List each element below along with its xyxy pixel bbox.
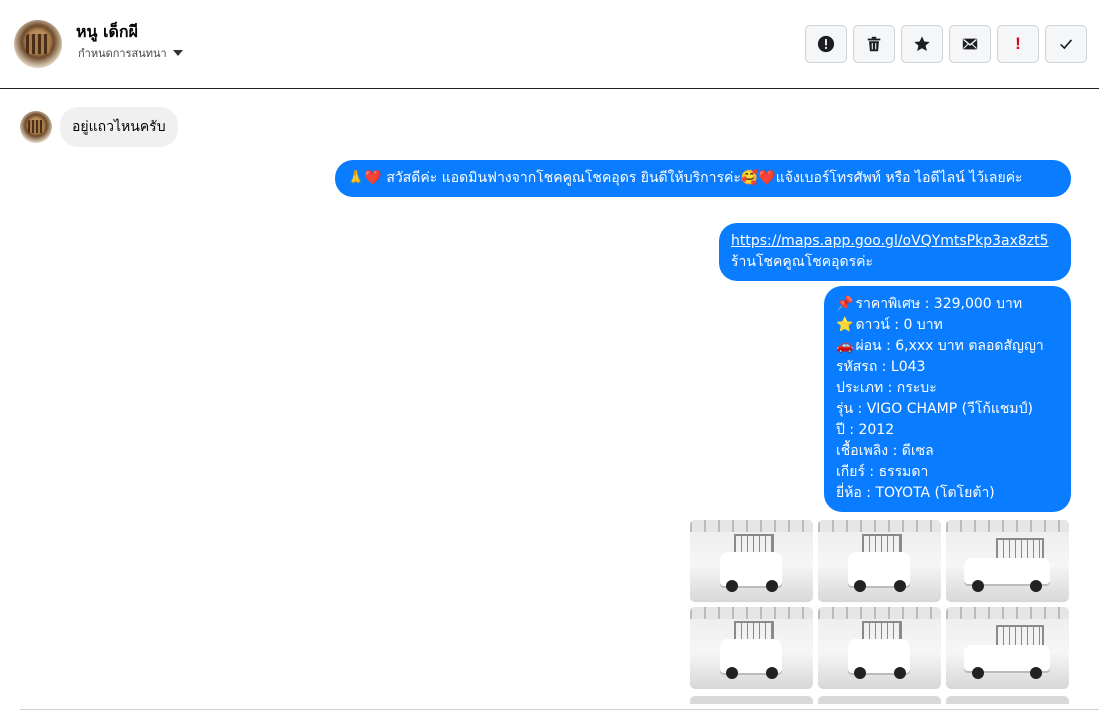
outgoing-bubble-map[interactable]: https://maps.app.goo.gl/oVQYmtsPkp3ax8zt…: [719, 223, 1071, 281]
car-photo-rear[interactable]: [818, 520, 941, 602]
header-actions: !: [805, 25, 1087, 63]
car-photo-partial[interactable]: [946, 696, 1069, 704]
detail-line: รุ่น : VIGO CHAMP (วีโก้แชมป์): [836, 399, 1059, 420]
emoji-prefix: 🙏❤️: [347, 170, 382, 186]
alert-circle-icon: [817, 35, 835, 53]
detail-line: เชื้อเพลิง : ดีเซล: [836, 441, 1059, 462]
detail-text: รุ่น : VIGO CHAMP (วีโก้แชมป์): [836, 401, 1034, 417]
photo-gallery: [690, 520, 1071, 689]
detail-text: ราคาพิเศษ : 329,000 บาท: [851, 296, 1023, 312]
detail-text: ประเภท : กระบะ: [836, 380, 937, 396]
pushpin-icon: 📌: [836, 296, 854, 312]
car-photo-front-side[interactable]: [946, 520, 1069, 602]
detail-text: ผ่อน : 6,xxx บาท ตลอดสัญญา: [851, 338, 1044, 354]
exclamation-icon: !: [1015, 34, 1021, 53]
car-photo-front-angle[interactable]: [690, 607, 813, 689]
detail-text: ยี่ห้อ : TOYOTA (โตโยต้า): [836, 485, 995, 501]
detail-line: 📌 ราคาพิเศษ : 329,000 บาท: [836, 294, 1059, 315]
conversation-settings-label: กำหนดการสนทนา: [78, 47, 167, 60]
caret-down-icon: [172, 50, 183, 56]
composer-divider: [20, 709, 1099, 710]
car-photo-front[interactable]: [690, 520, 813, 602]
trash-icon: [867, 36, 881, 52]
avatar[interactable]: [20, 111, 52, 143]
star-icon: [914, 36, 930, 52]
detail-line: ⭐ ดาวน์ : 0 บาท: [836, 315, 1059, 336]
report-button[interactable]: [805, 25, 847, 63]
car-icon: 🚗: [836, 338, 854, 354]
car-photo-partial[interactable]: [690, 696, 813, 704]
detail-line: ยี่ห้อ : TOYOTA (โตโยต้า): [836, 483, 1059, 504]
mark-unread-button[interactable]: [949, 25, 991, 63]
detail-text: ดาวน์ : 0 บาท: [851, 317, 943, 333]
outgoing-bubble-greeting[interactable]: 🙏❤️ สวัสดีค่ะ แอดมินฟางจากโชคคูณโชคอุดร …: [335, 160, 1071, 197]
detail-line: 🚗 ผ่อน : 6,xxx บาท ตลอดสัญญา: [836, 336, 1059, 357]
detail-text: รหัสรถ : L043: [836, 359, 926, 375]
detail-text: เชื้อเพลิง : ดีเซล: [836, 443, 934, 459]
message-thread[interactable]: อยู่แถวไหนครับ 🙏❤️ สวัสดีค่ะ แอดมินฟางจา…: [0, 90, 1099, 711]
delete-button[interactable]: [853, 25, 895, 63]
incoming-bubble[interactable]: อยู่แถวไหนครับ: [60, 107, 178, 147]
detail-text: ปี : 2012: [836, 422, 895, 438]
photo-gallery-more: [690, 696, 1071, 704]
spam-button[interactable]: !: [997, 25, 1039, 63]
greeting-text: สวัสดีค่ะ แอดมินฟางจากโชคคูณโชคอุดร ยินด…: [381, 170, 1023, 186]
car-photo-rear-high[interactable]: [818, 607, 941, 689]
shop-name-text: ร้านโชคคูณโชคอุดรค่ะ: [731, 254, 873, 270]
avatar[interactable]: [14, 20, 62, 68]
star-icon: ⭐: [836, 317, 854, 333]
star-button[interactable]: [901, 25, 943, 63]
conversation-settings-dropdown[interactable]: กำหนดการสนทนา: [78, 44, 183, 62]
check-icon: [1060, 39, 1073, 50]
envelope-icon: [962, 38, 978, 50]
detail-line: เกียร์ : ธรรมดา: [836, 462, 1059, 483]
incoming-message: อยู่แถวไหนครับ: [20, 107, 178, 147]
car-photo-side[interactable]: [946, 607, 1069, 689]
detail-text: เกียร์ : ธรรมดา: [836, 464, 929, 480]
chat-header: หนู เด็กผี กำหนดการสนทนา !: [0, 0, 1099, 89]
outgoing-bubble-car-details[interactable]: 📌 ราคาพิเศษ : 329,000 บาท ⭐ ดาวน์ : 0 บา…: [824, 286, 1071, 512]
detail-line: ปี : 2012: [836, 420, 1059, 441]
detail-line: รหัสรถ : L043: [836, 357, 1059, 378]
map-link[interactable]: https://maps.app.goo.gl/oVQYmtsPkp3ax8zt…: [731, 233, 1049, 249]
mark-done-button[interactable]: [1045, 25, 1087, 63]
contact-name[interactable]: หนู เด็กผี: [76, 20, 138, 45]
car-photo-partial[interactable]: [818, 696, 941, 704]
detail-line: ประเภท : กระบะ: [836, 378, 1059, 399]
